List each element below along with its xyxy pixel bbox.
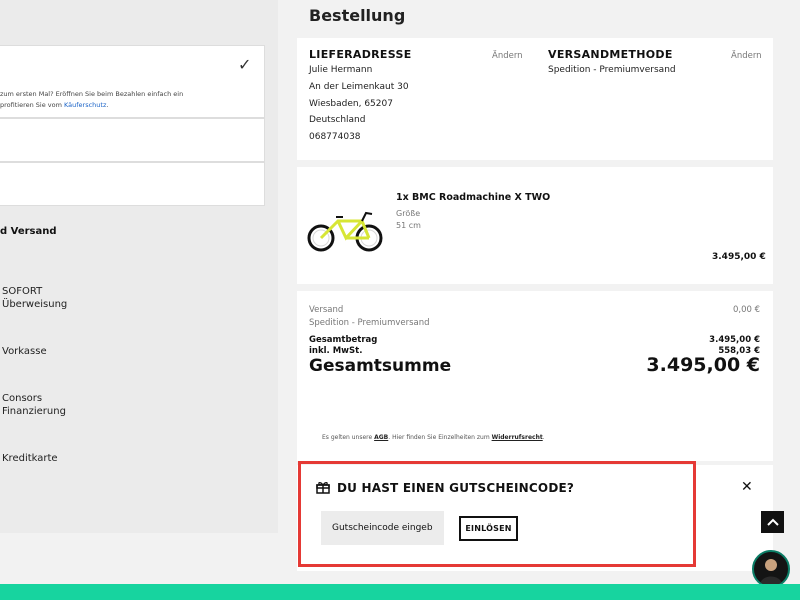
- shipping-method-heading: VERSANDMETHODE: [548, 48, 673, 61]
- voucher-title: DU HAST EINEN GUTSCHEINCODE?: [337, 481, 575, 495]
- checkmark-icon: ✓: [238, 55, 252, 74]
- legal-middle: . Hier finden Sie Einzelheiten zum: [388, 434, 492, 441]
- buyer-protection-link[interactable]: Käuferschutz: [64, 101, 106, 109]
- address-line: 068774038: [309, 132, 361, 143]
- close-icon[interactable]: ✕: [741, 479, 753, 495]
- shipping-method-value: Spedition - Premiumversand: [548, 65, 676, 75]
- agb-link[interactable]: AGB: [374, 434, 388, 441]
- paypal-info-prefix: profitieren Sie vom: [0, 101, 65, 109]
- address-line: Julie Hermann: [309, 65, 373, 75]
- redeem-button[interactable]: EINLÖSEN: [459, 516, 518, 541]
- payment-option-kreditkarte[interactable]: Kreditkarte: [2, 452, 58, 465]
- payment-option-sofort[interactable]: SOFORT Überweisung: [2, 285, 67, 311]
- gesamtsumme-value: 3.495,00 €: [646, 354, 760, 376]
- person-icon: [760, 559, 782, 584]
- voucher-input[interactable]: [321, 511, 444, 545]
- legal-text: Es gelten unsere AGB. Hier finden Sie Ei…: [322, 434, 545, 441]
- support-avatar[interactable]: [752, 550, 790, 588]
- paypal-info-line: profitieren Sie vom Käuferschutz.: [0, 100, 183, 111]
- versand-value: 0,00 €: [732, 305, 760, 315]
- mwst-label: inkl. MwSt.: [309, 346, 363, 356]
- chevron-up-icon: [766, 518, 779, 526]
- edit-shipping-link[interactable]: Ändern: [731, 51, 762, 61]
- gesamtbetrag-label: Gesamtbetrag: [309, 335, 378, 345]
- edit-address-link[interactable]: Ändern: [492, 51, 523, 61]
- gesamtbetrag-value: 3.495,00 €: [709, 335, 760, 345]
- address-line: Wiesbaden, 65207: [309, 98, 393, 109]
- paypal-info-text: zum ersten Mal? Eröffnen Sie beim Bezahl…: [0, 89, 183, 111]
- payment-row[interactable]: [0, 162, 265, 206]
- address-heading: LIEFERADRESSE: [309, 48, 412, 61]
- address-lines: Julie Hermann An der Leimenkaut 30 Wiesb…: [309, 62, 409, 146]
- paypal-info-line: zum ersten Mal? Eröffnen Sie beim Bezahl…: [0, 90, 184, 98]
- gesamtsumme-label: Gesamtsumme: [309, 356, 452, 376]
- address-line: An der Leimenkaut 30: [309, 81, 409, 92]
- payment-row[interactable]: [0, 118, 265, 162]
- item-title: 1x BMC Roadmachine X TWO: [396, 192, 551, 203]
- order-title: Bestellung: [309, 6, 406, 25]
- widerrufsrecht-link[interactable]: Widerrufsrecht: [492, 434, 543, 441]
- versand-method: Spedition - Premiumversand: [309, 318, 430, 328]
- payment-option-vorkasse[interactable]: Vorkasse: [2, 345, 47, 358]
- footer-bar: [0, 584, 800, 600]
- item-size-value: 51 cm: [396, 221, 421, 230]
- legal-prefix: Es gelten unsere: [322, 434, 375, 441]
- versand-label: Versand: [309, 305, 344, 315]
- gift-icon: [316, 482, 330, 494]
- bike-image: [307, 211, 383, 252]
- item-price: 3.495,00 €: [712, 252, 766, 262]
- legal-suffix: .: [542, 434, 545, 441]
- paypal-info-suffix: .: [106, 101, 109, 109]
- address-line: Deutschland: [309, 115, 366, 126]
- payment-option-consors[interactable]: Consors Finanzierung: [2, 392, 66, 418]
- item-size-label: Größe: [396, 209, 421, 218]
- scroll-to-top-button[interactable]: [761, 511, 784, 533]
- shipping-heading: d Versand: [0, 226, 57, 237]
